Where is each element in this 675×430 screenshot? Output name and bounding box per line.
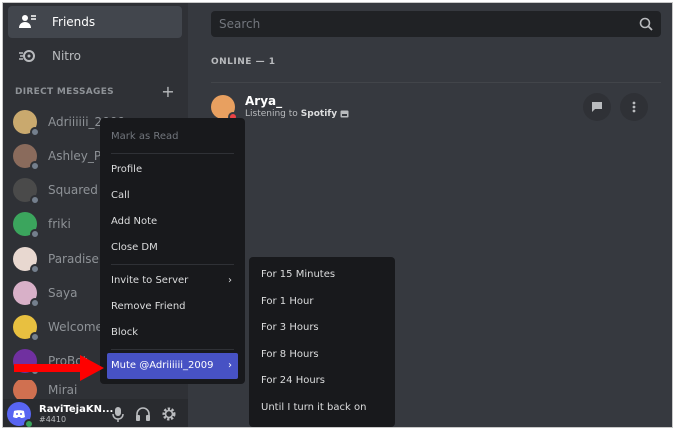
nitro-icon <box>16 44 40 68</box>
nav-nitro-label: Nitro <box>52 49 82 63</box>
menu-invite-to-server[interactable]: Invite to Server › <box>107 268 238 294</box>
chat-bubble-icon <box>592 102 602 112</box>
dm-header-label: DIRECT MESSAGES <box>15 87 114 97</box>
dm-header: DIRECT MESSAGES + <box>15 84 175 100</box>
more-options-button[interactable] <box>620 93 648 121</box>
user-avatar[interactable] <box>7 402 34 427</box>
menu-separator <box>111 153 234 154</box>
avatar <box>13 212 40 239</box>
settings-gear-icon[interactable] <box>161 406 177 422</box>
menu-label: Close DM <box>111 242 158 253</box>
mute-submenu: For 15 Minutes For 1 Hour For 3 Hours Fo… <box>249 257 395 427</box>
chevron-right-icon: › <box>228 360 232 371</box>
avatar <box>13 315 40 342</box>
status-dot <box>30 298 40 308</box>
user-tag: #4410 <box>39 414 67 424</box>
mute-until-turned-back-on[interactable]: Until I turn it back on <box>257 395 387 422</box>
user-info: RaviTejaKN... #4410 <box>39 404 113 425</box>
friend-row[interactable]: Arya_ Listening to Spotify <box>211 89 661 125</box>
mute-3-hours[interactable]: For 3 Hours <box>257 315 387 342</box>
dm-name: Saya <box>48 286 78 300</box>
avatar <box>13 247 40 274</box>
menu-profile[interactable]: Profile <box>107 157 238 183</box>
menu-add-note[interactable]: Add Note <box>107 209 238 235</box>
activity-prefix: Listening to <box>245 109 298 119</box>
divider <box>211 82 661 83</box>
search-input[interactable]: Search <box>211 11 661 37</box>
mute-24-hours[interactable]: For 24 Hours <box>257 368 387 395</box>
mute-15-minutes[interactable]: For 15 Minutes <box>257 262 387 289</box>
online-count-label: ONLINE — 1 <box>211 57 276 67</box>
status-dot <box>30 161 40 171</box>
microphone-icon[interactable] <box>111 406 125 422</box>
add-dm-icon[interactable]: + <box>161 84 175 100</box>
dm-name: Mirai <box>48 383 78 397</box>
friend-name: Arya_ <box>245 94 283 108</box>
menu-mark-as-read[interactable]: Mark as Read <box>107 124 238 150</box>
status-dot <box>30 332 40 342</box>
menu-label: Mark as Read <box>111 131 179 142</box>
friend-activity: Listening to Spotify <box>245 108 349 120</box>
dm-name: Ashley_Pa <box>48 149 108 163</box>
chevron-right-icon: › <box>228 275 232 286</box>
status-dot <box>30 264 40 274</box>
message-button[interactable] <box>583 93 611 121</box>
dm-name: Paradise <box>48 252 99 266</box>
menu-label: Invite to Server <box>111 275 189 286</box>
nav-nitro[interactable]: Nitro <box>8 40 182 72</box>
avatar <box>13 110 40 137</box>
menu-separator <box>111 349 234 350</box>
status-dot <box>30 229 40 239</box>
menu-mute[interactable]: Mute @Adriiiiii_2009 › <box>107 353 238 379</box>
mute-8-hours[interactable]: For 8 Hours <box>257 342 387 369</box>
menu-separator <box>111 264 234 265</box>
avatar <box>13 178 40 205</box>
menu-label: Block <box>111 327 139 338</box>
user-panel: RaviTejaKN... #4410 <box>3 399 188 427</box>
menu-block[interactable]: Block <box>107 320 238 346</box>
status-dot <box>30 127 40 137</box>
dm-context-menu: Mark as Read Profile Call Add Note Close… <box>100 118 245 384</box>
dm-name: Welcomer <box>48 320 108 334</box>
nav-friends[interactable]: Friends <box>8 6 182 38</box>
rich-presence-icon <box>340 110 349 118</box>
mute-1-hour[interactable]: For 1 Hour <box>257 289 387 316</box>
friends-icon <box>16 10 40 34</box>
status-dot <box>24 419 34 427</box>
friend-info: Arya_ Listening to Spotify <box>245 94 349 120</box>
avatar <box>13 144 40 171</box>
avatar <box>13 380 37 400</box>
search-icon <box>639 17 653 31</box>
menu-label: Call <box>111 190 130 201</box>
status-dot <box>30 195 40 205</box>
menu-label: Mute @Adriiiiii_2009 <box>111 360 214 371</box>
red-arrow-annotation-icon <box>14 355 104 381</box>
menu-call[interactable]: Call <box>107 183 238 209</box>
user-controls <box>111 406 177 422</box>
search-placeholder: Search <box>219 17 261 31</box>
activity-app: Spotify <box>300 109 338 119</box>
menu-close-dm[interactable]: Close DM <box>107 235 238 261</box>
more-vertical-icon <box>632 101 636 113</box>
avatar <box>13 281 40 308</box>
headphones-icon[interactable] <box>135 406 151 422</box>
username: RaviTejaKN... <box>39 403 114 415</box>
nav-friends-label: Friends <box>52 15 96 29</box>
menu-label: Remove Friend <box>111 301 186 312</box>
dm-name: friki <box>48 217 71 231</box>
friend-avatar <box>211 95 238 122</box>
menu-label: Add Note <box>111 216 158 227</box>
menu-remove-friend[interactable]: Remove Friend <box>107 294 238 320</box>
menu-label: Profile <box>111 164 143 175</box>
